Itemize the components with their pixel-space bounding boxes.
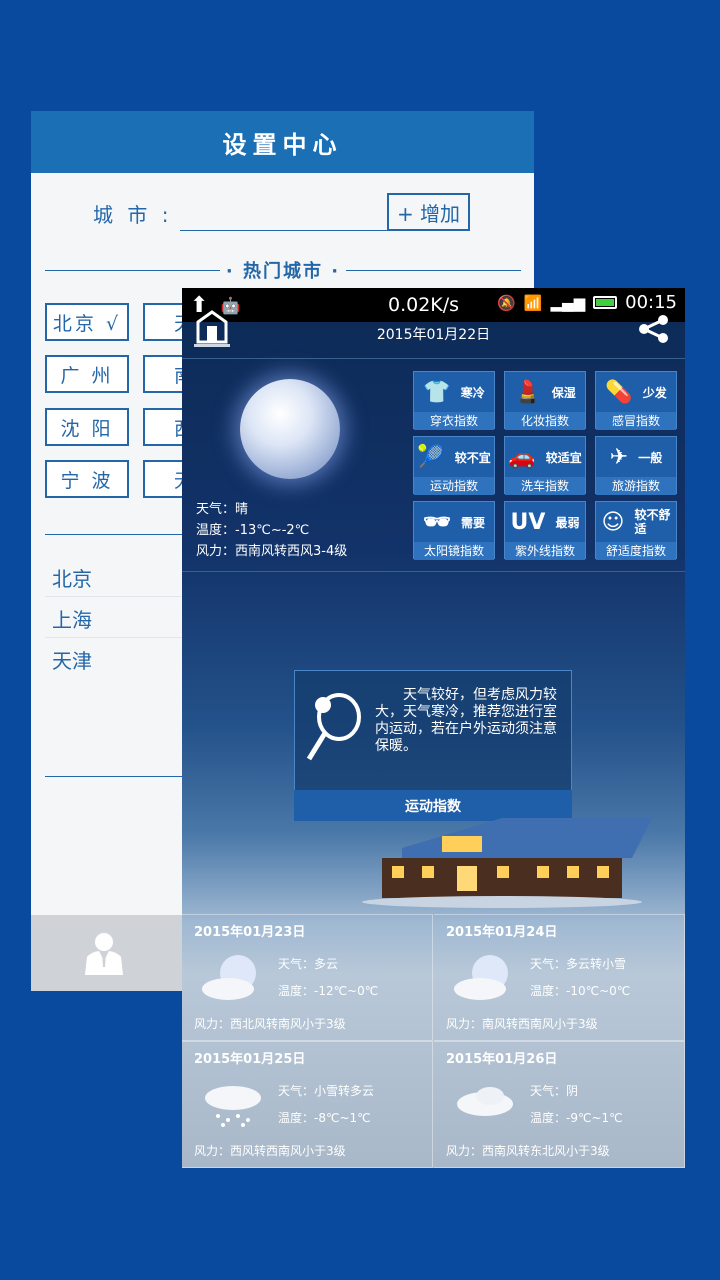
wifi-icon: 📶: [523, 293, 543, 312]
hot-city-chip[interactable]: 沈 阳: [45, 408, 129, 446]
index-card-clothing[interactable]: 👕 寒冷 穿衣指数: [413, 371, 495, 430]
forecast-weather: 天气：多云转小雪: [530, 957, 627, 971]
forecast-card[interactable]: 2015年01月26日 天气：阴 温度：-9℃~1℃ 风力：西南风转东北风小于3…: [434, 1041, 685, 1168]
forecast-date: 2015年01月25日: [194, 1052, 306, 1067]
hot-city-chip[interactable]: 宁 波: [45, 460, 129, 498]
tip-text: 天气较好，但考虑风力较大，天气寒冷，推荐您进行室内运动，若在户外运动须注意保暖。: [375, 687, 557, 754]
index-card-cold[interactable]: 💊 少发 感冒指数: [595, 371, 677, 430]
index-card-carwash[interactable]: 🚗 较适宜 洗车指数: [504, 436, 586, 495]
forecast-date: 2015年01月23日: [194, 925, 306, 940]
today-info: 天气：晴 温度：-13℃~-2℃ 风力：西南风转西风3-4级: [196, 499, 347, 562]
clear-night-moon-icon: [240, 379, 340, 479]
index-card-makeup[interactable]: 💄 保湿 化妆指数: [504, 371, 586, 430]
today-weather-text: 天气：晴: [196, 502, 249, 517]
saved-city-item[interactable]: 天津: [52, 645, 92, 674]
sport-tip-card[interactable]: 天气较好，但考虑风力较大，天气寒冷，推荐您进行室内运动，若在户外运动须注意保暖。…: [294, 670, 572, 821]
status-time: 00:15: [625, 292, 677, 313]
forecast-date: 2015年01月26日: [446, 1052, 558, 1067]
forecast-card[interactable]: 2015年01月23日 天气：多云 温度：-12℃~0℃ 风力：西北风转南风小于…: [182, 914, 433, 1041]
partly-cloudy-night-icon: [202, 955, 256, 1000]
forecast-weather: 天气：小雪转多云: [278, 1084, 375, 1098]
today-temp-text: 温度：-13℃~-2℃: [196, 523, 310, 538]
hot-city-chip[interactable]: 广 州: [45, 355, 129, 393]
status-bar: ⬆ 🤖 0.02K/s 🔕 📶 ▂▄▆ 00:15: [182, 288, 685, 322]
forecast-weather: 天气：多云: [278, 957, 339, 971]
battery-icon: [593, 296, 618, 309]
city-row: 城 市 :: [93, 195, 389, 231]
saved-city-item[interactable]: 北京: [52, 563, 92, 592]
hot-city-chip[interactable]: 北京 √: [45, 303, 129, 341]
sunglasses-icon: 🕶: [423, 509, 451, 535]
cosmetics-icon: 💄: [514, 379, 542, 405]
today-wind-text: 风力：西南风转西风3-4级: [196, 544, 348, 559]
forecast-wind: 风力：南风转西南风小于3级: [446, 1017, 598, 1031]
user-icon[interactable]: [83, 931, 125, 975]
index-card-comfort[interactable]: ☺ 较不舒适 舒适度指数: [595, 501, 677, 560]
forecast-temp: 温度：-10℃~0℃: [530, 984, 631, 998]
forecast-wind: 风力：西北风转南风小于3级: [194, 1017, 346, 1031]
partly-cloudy-night-icon: [454, 955, 508, 1000]
signal-icon: ▂▄▆: [550, 293, 586, 312]
saved-city-item[interactable]: 上海: [52, 604, 92, 633]
today-weather: 天气：晴 温度：-13℃~-2℃ 风力：西南风转西风3-4级 👕 寒冷 穿衣指数 …: [182, 358, 685, 572]
uv-icon: UV: [510, 509, 546, 535]
current-date: 2015年01月22日: [376, 327, 491, 343]
shirt-icon: 👕: [423, 379, 451, 405]
index-card-travel[interactable]: ✈ 一般 旅游指数: [595, 436, 677, 495]
hot-cities-title: · 热门城市 ·: [45, 257, 521, 283]
forecast-wind: 风力：西风转西南风小于3级: [194, 1144, 346, 1158]
overcast-cloud-icon: [457, 1087, 513, 1116]
top-bar: 2015年01月22日: [182, 310, 685, 358]
forecast-temp: 温度：-8℃~1℃: [278, 1111, 371, 1125]
racket-icon: [306, 693, 361, 761]
city-label: 城 市 :: [93, 202, 173, 227]
pill-icon: 💊: [605, 379, 633, 405]
forecast-temp: 温度：-12℃~0℃: [278, 984, 379, 998]
mute-icon: 🔕: [497, 293, 516, 312]
forecast-grid: 2015年01月23日 天气：多云 温度：-12℃~0℃ 风力：西北风转南风小于…: [182, 914, 685, 1168]
forecast-temp: 温度：-9℃~1℃: [530, 1111, 623, 1125]
forecast-weather: 天气：阴: [530, 1084, 579, 1098]
forecast-card[interactable]: 2015年01月25日 天气：小雪转多云 温度：-8℃~1℃ 风力：西风转西南风…: [182, 1041, 433, 1168]
racket-icon: 🎾: [417, 444, 445, 470]
snow-cloud-icon: [205, 1086, 261, 1127]
index-card-uv[interactable]: UV 最弱 紫外线指数: [504, 501, 586, 560]
airplane-icon: ✈: [609, 444, 629, 470]
city-input[interactable]: [180, 195, 389, 231]
index-card-sunglasses[interactable]: 🕶 需要 太阳镜指数: [413, 501, 495, 560]
forecast-date: 2015年01月24日: [446, 925, 558, 940]
settings-title: 设置中心: [31, 111, 534, 173]
index-card-sport[interactable]: 🎾 较不宜 运动指数: [413, 436, 495, 495]
forecast-card[interactable]: 2015年01月24日 天气：多云转小雪 温度：-10℃~0℃ 风力：南风转西南…: [434, 914, 685, 1041]
forecast-wind: 风力：西南风转东北风小于3级: [446, 1144, 610, 1158]
house-illustration: [362, 818, 652, 908]
add-city-button[interactable]: + 增加: [387, 193, 470, 231]
car-wash-icon: 🚗: [508, 444, 536, 470]
share-icon[interactable]: [637, 314, 671, 344]
network-speed: 0.02K/s: [388, 294, 460, 316]
smiley-icon: ☺: [601, 509, 625, 535]
weather-screen: ⬆ 🤖 0.02K/s 🔕 📶 ▂▄▆ 00:15 2015年01月22日 天气…: [182, 288, 685, 1168]
